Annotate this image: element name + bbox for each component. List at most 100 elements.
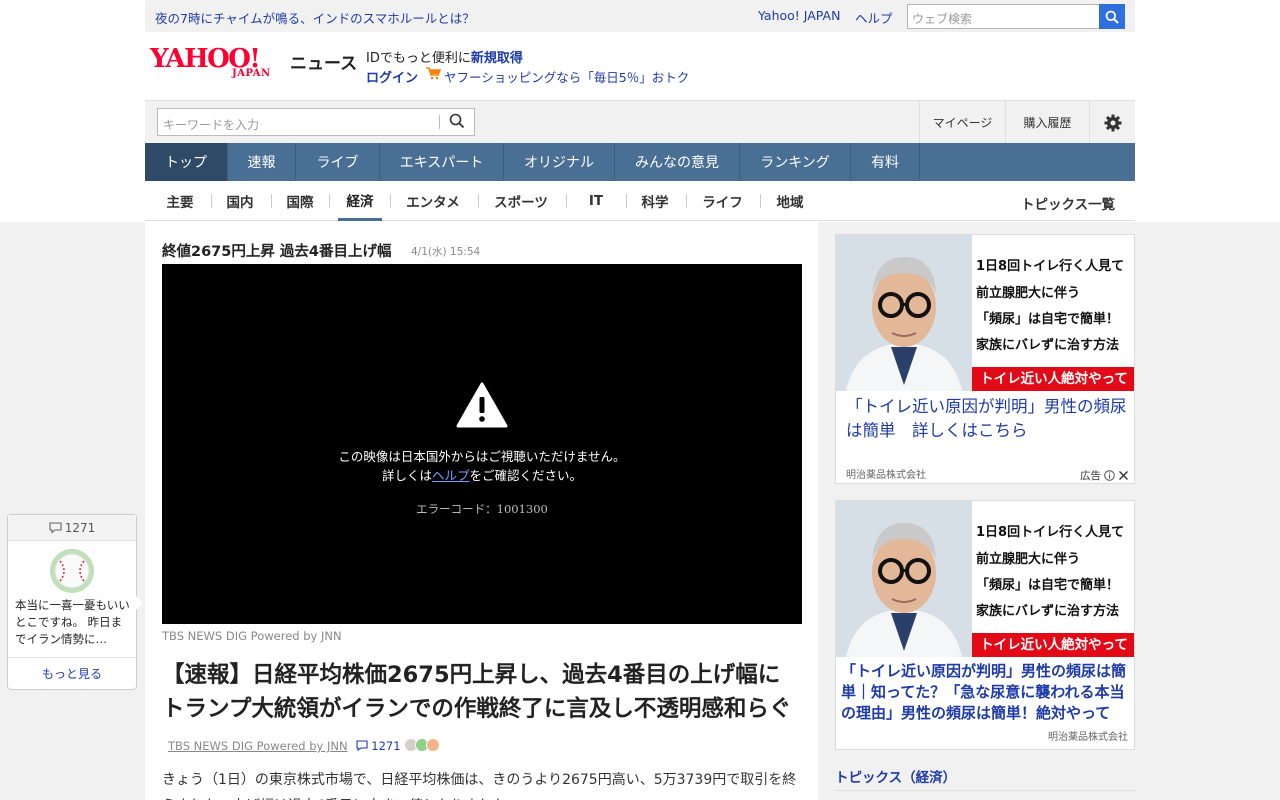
warning-icon [456,382,508,428]
category-tab-science[interactable]: 科学 [635,181,675,221]
ad-banner-line: 前立腺肥大に伴う [976,286,1081,301]
info-icon [1104,470,1115,481]
shopping-promo-link[interactable]: ヤフーショッピングなら「毎日5％」おトク [444,67,689,86]
keyword-search-input[interactable]: キーワードを入力 [157,108,475,136]
ad-banner-text: 1日8回トイレ行く人見て 前立腺肥大に伴う 「頻尿」は自宅で簡単！ 家族にバレず… [972,235,1134,391]
video-help-link[interactable]: ヘルプ [432,468,470,483]
purchase-history-link[interactable]: 購入履歴 [1005,101,1089,144]
see-more-comments-link[interactable]: もっと見る [8,657,136,689]
video-error-code: エラーコード：1001300 [416,502,548,516]
category-divider [271,194,272,208]
gear-icon [1104,114,1121,131]
category-tab-main[interactable]: 主要 [160,181,200,221]
search-icon [1105,10,1119,24]
avatar [50,549,94,593]
ad-advertiser: 明治薬品株式会社 [1048,732,1128,743]
search-icon[interactable] [449,113,465,129]
comment-count: 1271 [64,520,96,535]
category-divider [478,194,479,208]
web-search-button[interactable] [1099,4,1125,29]
nav-tab-live[interactable]: ライブ [296,143,380,181]
category-divider [760,194,761,208]
category-divider [626,194,627,208]
id-promo: IDでもっと便利に新規取得 [366,47,523,66]
category-tab-domestic[interactable]: 国内 [220,181,260,221]
ad-banner-line: 家族にバレずに治す方法 [976,604,1120,619]
ad-badge[interactable]: 広告 [1080,468,1129,483]
category-divider [390,194,391,208]
help-message-prefix: 詳しくは [381,468,432,483]
close-icon[interactable] [1118,470,1129,481]
login-link[interactable]: ログイン [366,67,418,86]
ad-label: 広告 [1080,470,1101,482]
cart-icon [426,67,441,80]
category-divider [211,194,212,208]
ad-copy[interactable]: 「トイレ近い原因が判明」男性の頻尿は簡単 詳しくはこちら [846,395,1128,443]
sidebar-ad[interactable]: 1日8回トイレ行く人見て 前立腺肥大に伴う 「頻尿」は自宅で簡単！ 家族にバレず… [835,234,1135,484]
yahoo-japan-link[interactable]: Yahoo! JAPAN [758,8,840,23]
category-tab-sports[interactable]: スポーツ [487,181,555,221]
avatar [425,738,440,752]
ad-banner-line: 家族にバレずに治す方法 [976,338,1120,353]
nav-tab-expert[interactable]: エキスパート [380,143,504,181]
ad-banner-line: 1日8回トイレ行く人見て [976,259,1125,274]
ad-banner-text: 1日8回トイレ行く人見て 前立腺肥大に伴う 「頻尿」は自宅で簡単！ 家族にバレず… [972,501,1134,657]
sidebar-ad[interactable]: 広告 1日8回トイレ行く人見て 前立腺肥大に伴う 「頻尿」は自宅で簡単！ 家族に… [835,500,1135,750]
settings-button[interactable] [1089,101,1135,144]
category-tab-it[interactable]: IT [575,181,617,221]
nav-tab-paid[interactable]: 有料 [851,143,920,181]
help-link[interactable]: ヘルプ [855,8,893,27]
comment-count-header[interactable]: 1271 [8,515,136,541]
nav-tab-ranking[interactable]: ランキング [740,143,851,181]
top-bar: 夜の7時にチャイムが鳴る、インドのスマホルールとは？ Yahoo! JAPAN … [145,0,1135,32]
article-source-link[interactable]: TBS NEWS DIG Powered by JNN [168,739,348,753]
nav-tab-original[interactable]: オリジナル [504,143,615,181]
category-divider [329,194,330,208]
comment-popup[interactable]: 1271 本当に一喜一憂もいいとこですね。 昨日までイラン情勢に… もっと見る [7,514,137,690]
nav-tab-top[interactable]: トップ [145,143,228,181]
article-comments-link[interactable]: 1271 [356,739,401,753]
topics-section-title: トピックス（経済） [835,770,957,786]
topics-divider [835,790,1135,791]
doctor-illustration [836,501,972,657]
comment-preview: 本当に一喜一憂もいいとこですね。 昨日までイラン情勢に… [15,598,130,646]
comment-count: 1271 [371,739,401,753]
logo-subtext: JAPAN [232,68,271,79]
commenter-avatars [403,730,440,756]
ad-doctor-image [836,501,972,657]
search-row: キーワードを入力 マイページ 購入履歴 [145,100,1135,144]
yahoo-japan-logo[interactable]: YAHOO! JAPAN [150,46,288,82]
ad-banner-highlight: トイレ近い人絶対やって [972,367,1134,391]
ad-copy[interactable]: 「トイレ近い原因が判明」男性の頻尿は簡単｜知ってた？「急な尿意に襲われる本当の理… [841,661,1133,724]
category-tab-entertainment[interactable]: エンタメ [399,181,467,221]
nav-tab-opinions[interactable]: みんなの意見 [615,143,740,181]
doctor-illustration [836,235,972,391]
comment-icon [49,521,62,534]
ad-doctor-image [836,235,972,391]
search-divider [439,115,440,129]
article-column: 終値2675円上昇 過去4番目上げ幅 4/1(水) 15:54 この映像は日本国… [145,222,818,800]
video-player[interactable]: この映像は日本国外からはご視聴いただけません。 詳しくはヘルプをご確認ください。… [162,264,802,624]
category-tab-local[interactable]: 地域 [769,181,811,221]
category-tab-economy[interactable]: 経済 [338,181,382,221]
video-timestamp: 4/1(水) 15:54 [411,246,481,258]
category-divider [686,194,687,208]
category-tab-international[interactable]: 国際 [280,181,320,221]
baseball-icon [50,549,94,593]
category-divider [566,194,567,208]
mypage-link[interactable]: マイページ [919,101,1005,144]
video-help-message: 詳しくはヘルプをご確認ください。 [162,465,802,484]
top-notice-link[interactable]: 夜の7時にチャイムが鳴る、インドのスマホルールとは？ [155,8,475,27]
main-navigation: トップ 速報 ライブ エキスパート オリジナル みんなの意見 ランキング 有料 [145,143,1135,181]
web-search-input[interactable]: ウェブ検索 [907,4,1100,29]
id-promo-text: IDでもっと便利に [366,51,471,66]
ad-banner-highlight: トイレ近い人絶対やって [972,633,1134,657]
popup-pointer [136,596,143,610]
register-link[interactable]: 新規取得 [471,51,523,66]
nav-tab-breaking[interactable]: 速報 [228,143,296,181]
category-tab-life[interactable]: ライフ [695,181,750,221]
video-credit: TBS NEWS DIG Powered by JNN [162,629,342,643]
news-section-title[interactable]: ニュース [290,49,357,74]
topics-list-link[interactable]: トピックス一覧 [1021,193,1115,213]
headline-text: 【速報】日経平均株価2675円上昇し、過去4番目の上げ幅に トランプ大統領がイラ… [162,662,803,722]
